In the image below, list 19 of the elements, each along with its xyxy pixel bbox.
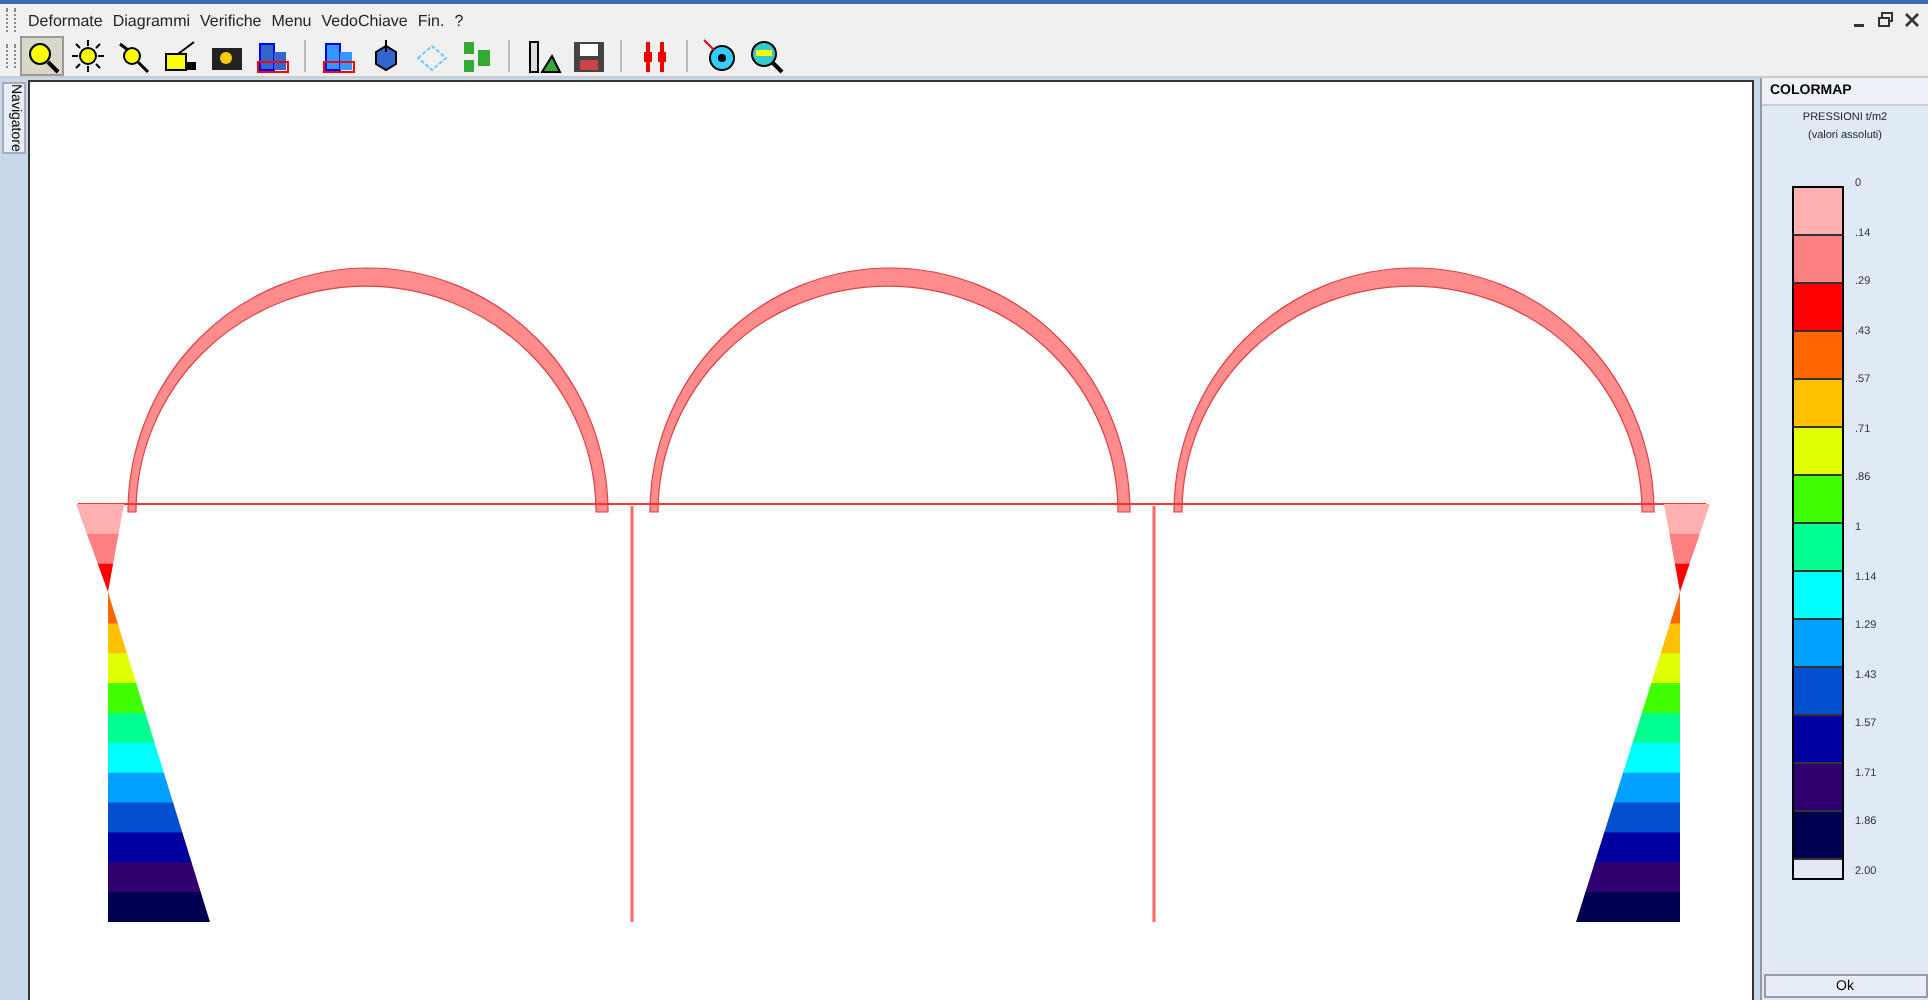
menu-item[interactable]: Menu [271, 11, 312, 29]
pointer-icon [115, 37, 153, 75]
close-icon[interactable] [1904, 12, 1920, 28]
tool-button[interactable] [66, 36, 110, 76]
menu-item[interactable]: ? [454, 11, 464, 29]
menu-item[interactable]: VedoChiave [321, 11, 408, 29]
zoom-icon [747, 37, 785, 75]
menu-item[interactable]: Verifiche [200, 11, 262, 29]
sun-icon [69, 37, 107, 75]
target-icon [701, 37, 739, 75]
column-icon [523, 37, 561, 75]
menu-item[interactable]: Fin. [417, 11, 445, 29]
magnifier-icon [23, 37, 61, 75]
menu-item[interactable]: Deformate [28, 11, 103, 29]
building-icon [253, 37, 291, 75]
building-grid-icon [319, 37, 357, 75]
restore-icon[interactable] [1878, 12, 1894, 28]
menu-item[interactable]: Diagrammi [112, 11, 191, 29]
tool-button[interactable] [20, 36, 64, 76]
